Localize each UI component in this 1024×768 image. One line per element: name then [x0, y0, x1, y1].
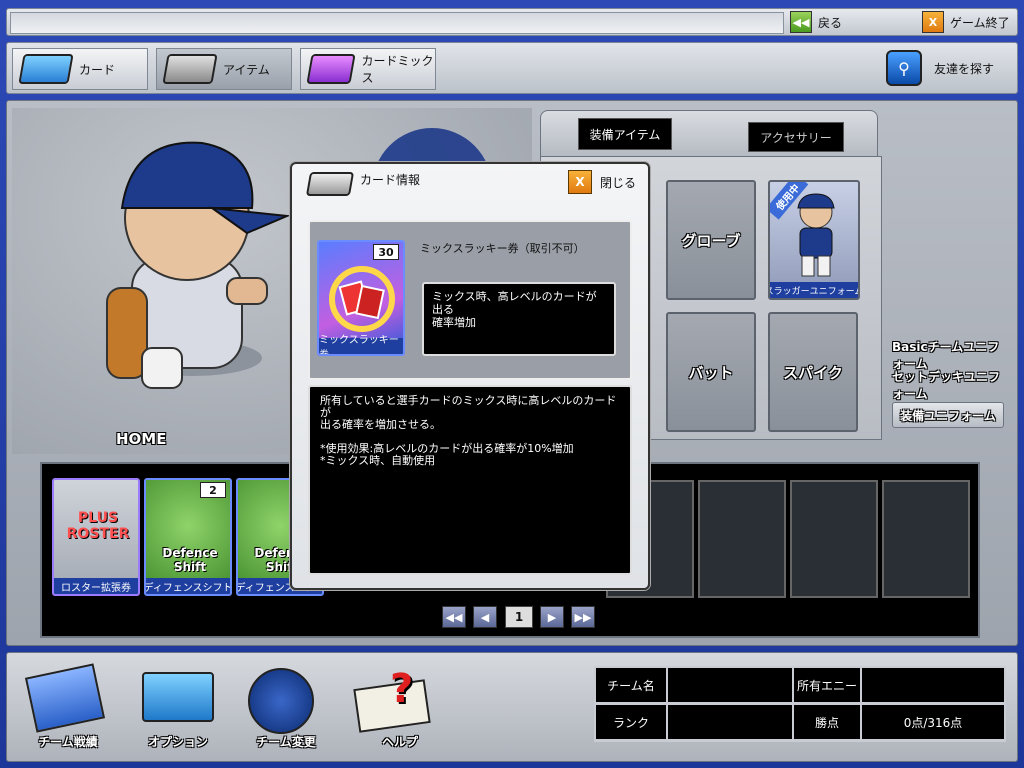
uniform-option-equipped[interactable]: 装備ユニフォーム [892, 402, 1004, 428]
tab-label: アイテム [223, 62, 270, 77]
team-name-value [668, 668, 792, 702]
item-count-badge: 30 [373, 244, 399, 260]
tab-label: カードミックス [361, 54, 434, 85]
slot-uniform[interactable]: 使用中 スラッガーユニフォーム [768, 180, 860, 300]
toolbox-icon [142, 672, 214, 722]
item-card-name: ロスター拡張券 [54, 578, 138, 594]
question-mark-icon: ? [390, 666, 414, 712]
rank-label: ランク [596, 705, 666, 739]
help-label: ヘルプ [381, 735, 418, 749]
tab-card[interactable]: カード [12, 48, 148, 90]
empty-card-slot [882, 480, 970, 598]
item-name: ミックスラッキー券（取引不可） [420, 242, 585, 255]
item-count-badge: 2 [200, 482, 226, 498]
exit-game-button[interactable]: X ゲーム終了 [922, 11, 1010, 33]
tab-item[interactable]: アイテム [156, 48, 292, 90]
card-icon [18, 54, 74, 84]
find-friends-label: 友達を探す [934, 61, 995, 76]
lucky-ticket-art [329, 266, 395, 332]
money-value [862, 668, 1004, 702]
item-card-icon [162, 54, 218, 84]
uniform-option-set-deck[interactable]: セットデッキユニフォーム [892, 370, 1004, 401]
prev-page-button[interactable]: ◀ [473, 606, 497, 628]
double-left-arrow-icon: ◀◀ [445, 610, 463, 624]
slot-spike[interactable]: スパイク [768, 312, 858, 432]
uniform-name: スラッガーユニフォーム [770, 282, 858, 298]
close-button[interactable]: X 閉じる [568, 170, 636, 194]
status-field [10, 12, 784, 34]
next-page-button[interactable]: ▶ [540, 606, 564, 628]
tab-equip-items[interactable]: 装備アイテム [578, 118, 672, 150]
options-label: オプション [147, 735, 208, 749]
uniform-figure [797, 193, 835, 277]
rewind-icon: ◀◀ [790, 11, 812, 33]
points-value: 0点/316点 [862, 705, 1004, 739]
close-icon: X [568, 170, 592, 194]
item-card-icon [305, 172, 355, 196]
tab-label: カード [79, 62, 116, 77]
money-label: 所有エニー [794, 668, 860, 702]
help-button[interactable]: ? ヘルプ [350, 664, 450, 754]
team-name-label: チーム名 [596, 668, 666, 702]
find-friends-button[interactable]: ⚲ 友達を探す [886, 50, 1014, 86]
card-mix-icon [306, 54, 357, 84]
change-team-button[interactable]: チーム変更 [236, 664, 336, 754]
item-short-description: ミックス時、高レベルのカードが出る 確率増加 [422, 282, 616, 356]
item-card-name: ミックスラッキー券 [319, 335, 403, 354]
back-button[interactable]: ◀◀ 戻る [790, 11, 842, 33]
slot-glove[interactable]: グローブ [666, 180, 756, 300]
last-page-button[interactable]: ▶▶ [571, 606, 595, 628]
rank-value [668, 705, 792, 739]
options-button[interactable]: オプション [128, 664, 228, 754]
item-card-name: ディフェンスシフト [146, 578, 230, 594]
team-record-label: チーム戦績 [38, 735, 98, 749]
change-team-label: チーム変更 [256, 735, 316, 749]
item-card[interactable]: 2 Defence Shift ディフェンスシフト [144, 478, 232, 596]
exit-label: ゲーム終了 [950, 15, 1010, 30]
uniform-option-basic[interactable]: Basicチームユニフォーム [892, 340, 1004, 371]
close-icon: X [922, 11, 944, 33]
page-number: 1 [505, 606, 533, 628]
modal-title: カード情報 [360, 173, 421, 187]
item-card[interactable]: PLUS ROSTER ロスター拡張券 [52, 478, 140, 596]
left-arrow-icon: ◀ [480, 610, 490, 624]
tab-card-mix[interactable]: カードミックス [300, 48, 436, 90]
back-label: 戻る [818, 15, 843, 30]
home-label: HOME [116, 430, 167, 448]
item-card-large: 30 ミックスラッキー券 [317, 240, 405, 356]
right-arrow-icon: ▶ [547, 610, 557, 624]
item-long-description: 所有していると選手カードのミックス時に高レベルのカードが 出る確率を増加させる。… [308, 385, 632, 575]
team-record-button[interactable]: チーム戦績 [18, 663, 118, 754]
team-change-icon [248, 668, 314, 734]
double-right-arrow-icon: ▶▶ [574, 610, 592, 624]
tab-accessories[interactable]: アクセサリー [748, 122, 844, 152]
points-label: 勝点 [794, 705, 860, 739]
clipboard-icon [24, 663, 106, 733]
empty-card-slot [698, 480, 786, 598]
first-page-button[interactable]: ◀◀ [442, 606, 466, 628]
empty-card-slot [790, 480, 878, 598]
close-label: 閉じる [600, 175, 637, 190]
magnifier-icon: ⚲ [886, 50, 922, 86]
card-art-text: PLUS ROSTER [66, 510, 130, 542]
card-art-text: Defence Shift [162, 546, 218, 574]
slot-bat[interactable]: バット [666, 312, 756, 432]
